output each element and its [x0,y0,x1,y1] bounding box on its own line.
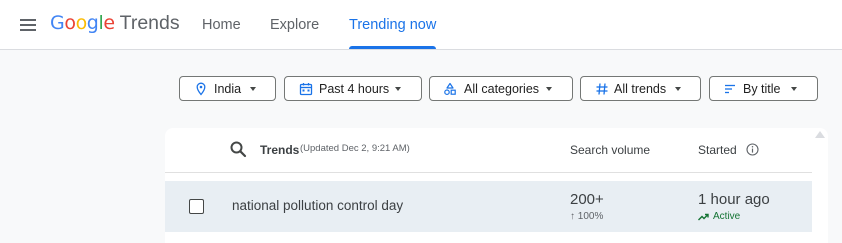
chevron-down-icon [791,87,797,91]
search-volume-change: ↑ 100% [570,211,604,222]
sort-filter-label: By title [743,82,781,96]
location-filter-chip[interactable]: India [179,76,276,101]
status-label: Active [713,211,741,222]
trending-up-icon [698,213,709,220]
time-range-filter-label: Past 4 hours [319,82,390,96]
search-icon[interactable] [229,140,247,158]
table-row[interactable]: national pollution control day 200+ ↑ 10… [165,181,813,232]
status-badge: Active [698,211,740,222]
info-icon[interactable] [746,143,759,156]
trends-table: Trends (Updated Dec 2, 9:21 AM) Search v… [165,128,828,243]
column-header-started[interactable]: Started [698,143,737,157]
scrollbar-track[interactable] [812,140,828,243]
trend-title[interactable]: national pollution control day [232,198,403,213]
trend-type-filter-chip[interactable]: All trends [580,76,701,101]
trends-wordmark: Trends [119,12,180,34]
updated-timestamp: (Updated Dec 2, 9:21 AM) [300,143,410,154]
table-title: Trends [260,143,300,157]
hamburger-menu-icon[interactable] [17,14,39,36]
google-trends-logo[interactable]: Google Trends [50,12,180,38]
sort-icon [725,84,735,94]
chevron-down-icon [395,87,401,91]
nav-tab-explore[interactable]: Explore [270,0,319,50]
row-checkbox[interactable] [189,199,204,214]
location-filter-label: India [214,82,242,96]
column-header-search-volume[interactable]: Search volume [570,143,650,157]
search-volume-value: 200+ [570,191,604,208]
chevron-down-icon [546,87,552,91]
chevron-down-icon [675,87,681,91]
chevron-down-icon [250,87,256,91]
hashtag-icon [596,83,608,95]
category-filter-chip[interactable]: All categories [429,76,573,101]
calendar-icon [299,83,313,96]
categories-icon [444,82,456,96]
scroll-up-arrow-icon[interactable] [815,131,825,138]
header-divider [165,172,828,173]
started-time: 1 hour ago [698,191,770,208]
google-wordmark: Google [50,12,115,34]
category-filter-label: All categories [464,82,540,96]
sort-filter-chip[interactable]: By title [709,76,818,101]
top-app-bar: Google Trends Home Explore Trending now [0,0,842,50]
nav-tab-trending-now[interactable]: Trending now [349,0,437,50]
trend-type-filter-label: All trends [614,82,667,96]
time-range-filter-chip[interactable]: Past 4 hours [284,76,422,101]
location-pin-icon [196,82,206,96]
nav-tab-home[interactable]: Home [202,0,241,50]
